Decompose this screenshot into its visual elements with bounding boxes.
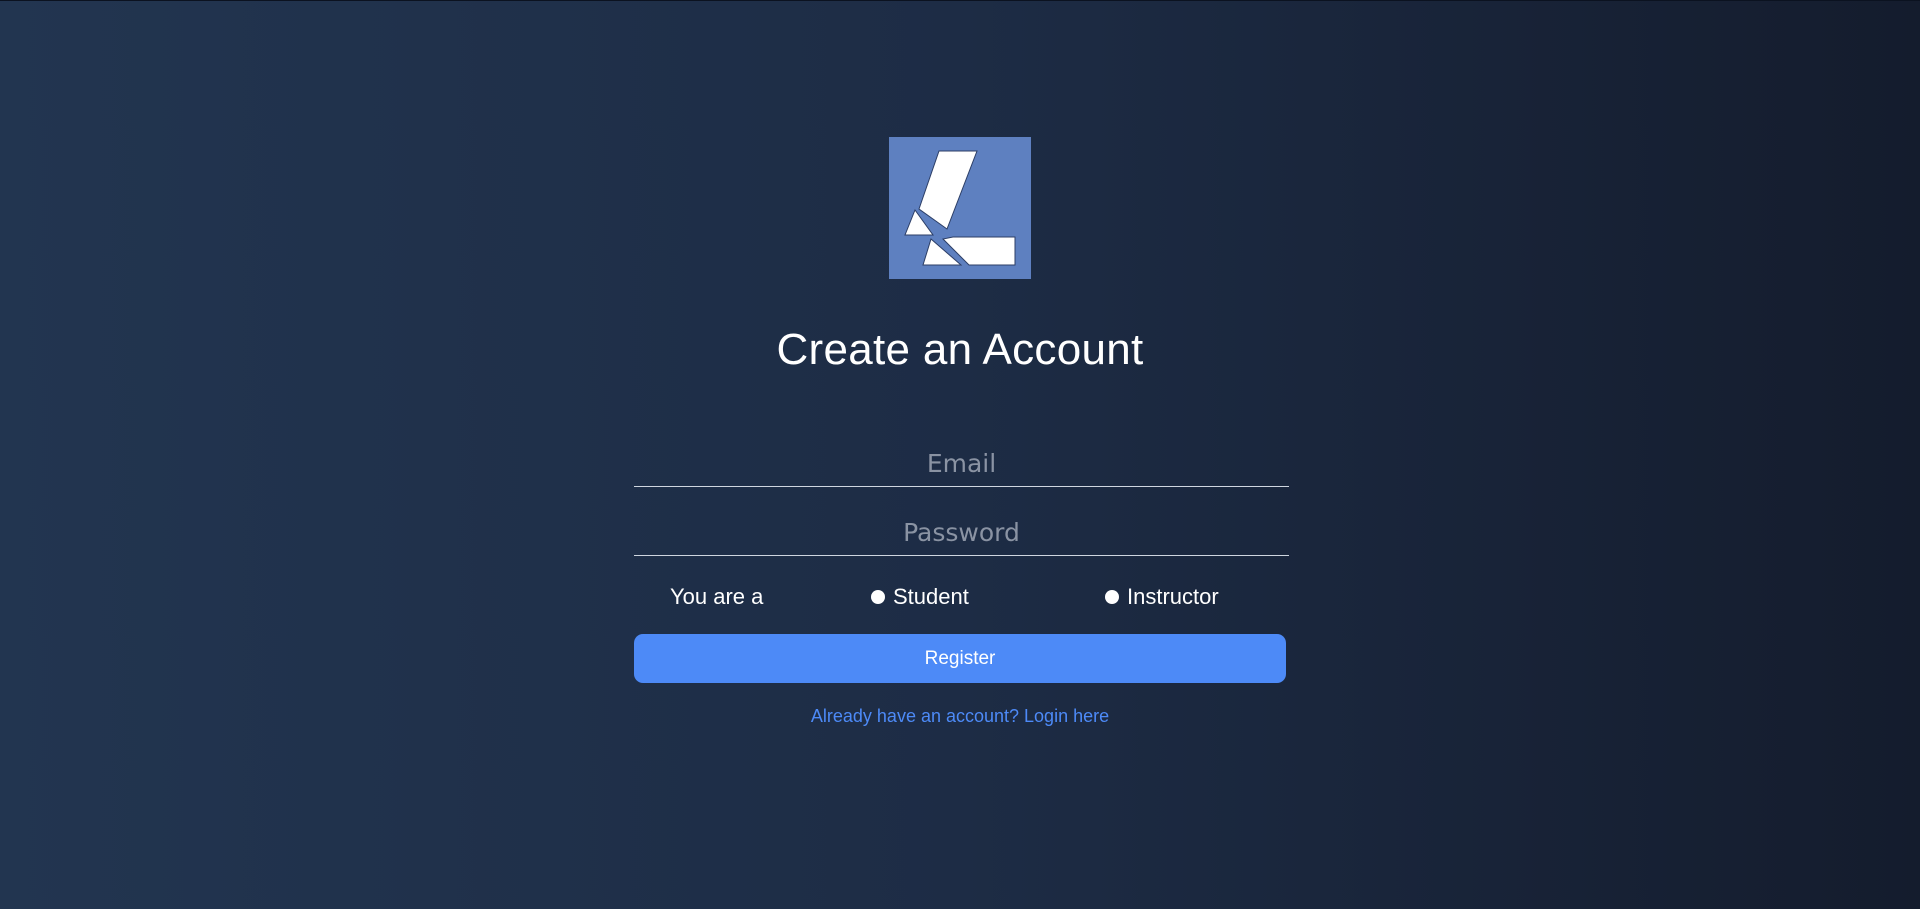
register-page: Create an Account You are a Student Inst… bbox=[0, 0, 1920, 909]
radio-dot-icon[interactable] bbox=[871, 590, 885, 604]
register-button[interactable]: Register bbox=[634, 634, 1286, 683]
page-title: Create an Account bbox=[776, 325, 1144, 374]
role-option-instructor[interactable]: Instructor bbox=[1105, 584, 1219, 610]
password-input[interactable] bbox=[634, 509, 1289, 555]
brand-logo-icon bbox=[889, 137, 1031, 279]
radio-dot-icon[interactable] bbox=[1105, 590, 1119, 604]
role-selector: You are a Student Instructor bbox=[634, 578, 1289, 614]
role-option-label: Student bbox=[893, 584, 969, 609]
email-input[interactable] bbox=[634, 440, 1289, 486]
login-link[interactable]: Already have an account? Login here bbox=[0, 706, 1920, 727]
password-field-wrapper bbox=[634, 509, 1289, 556]
role-label: You are a bbox=[670, 584, 764, 609]
email-field-wrapper bbox=[634, 440, 1289, 487]
role-option-student[interactable]: Student bbox=[871, 584, 969, 610]
role-option-label: Instructor bbox=[1127, 584, 1219, 609]
